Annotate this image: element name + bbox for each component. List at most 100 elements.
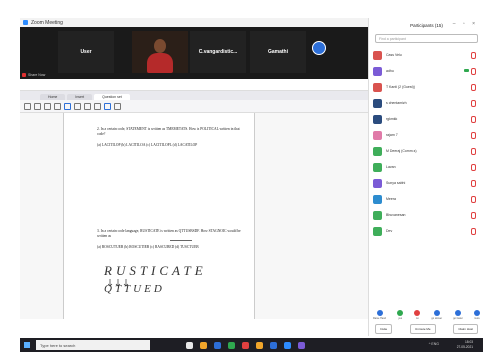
participant-row[interactable]: Dev bbox=[373, 223, 480, 239]
avatar bbox=[373, 210, 382, 220]
avatar bbox=[373, 130, 382, 140]
reaction-icon bbox=[414, 310, 421, 316]
reaction-label: Raise Hand bbox=[373, 317, 387, 320]
screen: Zoom Meeting User C.vangardistic... Gama… bbox=[0, 0, 485, 356]
unmute-me-button[interactable]: Unmute Me bbox=[409, 324, 436, 334]
mic-muted-icon[interactable] bbox=[471, 196, 476, 203]
mic-muted-icon[interactable] bbox=[471, 68, 476, 75]
video-tile-active-speaker[interactable] bbox=[132, 31, 188, 73]
participant-row[interactable]: Cass Velu bbox=[373, 47, 480, 63]
system-tray[interactable]: ^ ENG bbox=[429, 342, 439, 346]
mic-muted-icon[interactable] bbox=[471, 164, 476, 171]
share-indicator[interactable]: Share Now bbox=[22, 73, 45, 77]
avatar bbox=[373, 50, 382, 60]
taskbar-app-icon[interactable] bbox=[284, 341, 291, 349]
tab-insert[interactable]: Insert bbox=[67, 94, 93, 100]
color-picker-icon[interactable] bbox=[104, 102, 111, 110]
participant-row[interactable]: Bhuvanesan bbox=[373, 207, 480, 223]
mic-muted-icon[interactable] bbox=[471, 116, 476, 123]
reaction-button[interactable]: more bbox=[473, 310, 480, 320]
mic-muted-icon[interactable] bbox=[471, 132, 476, 139]
clock[interactable]: 18:03 27-05-2021 bbox=[457, 340, 473, 349]
participant-row[interactable]: Meera bbox=[373, 191, 480, 207]
video-tile-3[interactable]: C.vangardistic... bbox=[190, 31, 246, 73]
taskbar-app-icon[interactable] bbox=[298, 341, 305, 349]
reaction-icon bbox=[433, 310, 440, 316]
participant-row[interactable]: s chentamizh bbox=[373, 95, 480, 111]
pen-tool-icon[interactable] bbox=[34, 102, 41, 110]
participant-name: rajam 7 bbox=[386, 133, 398, 137]
mic-muted-icon[interactable] bbox=[471, 212, 476, 219]
participant-row[interactable]: rajam 7 bbox=[373, 127, 480, 143]
video-tile-1[interactable]: User bbox=[58, 31, 114, 73]
participant-row[interactable]: Lavan bbox=[373, 159, 480, 175]
reaction-button[interactable]: no bbox=[414, 310, 421, 320]
reaction-icon bbox=[455, 310, 462, 316]
avatar[interactable] bbox=[312, 41, 326, 55]
participant-name: M Deeraj (Comm.s) bbox=[386, 149, 417, 153]
select-tool-icon[interactable] bbox=[24, 102, 31, 110]
reaction-label: no bbox=[415, 317, 419, 320]
zoom-logo-icon bbox=[23, 20, 28, 25]
reaction-button[interactable]: Raise Hand bbox=[373, 310, 386, 320]
participant-row[interactable]: T Kanti (2 (Guest)) bbox=[373, 79, 480, 95]
participant-search-input[interactable]: Find a participant bbox=[375, 34, 478, 43]
mic-muted-icon[interactable] bbox=[471, 52, 476, 59]
reaction-label: more bbox=[474, 317, 480, 320]
participant-name: Lavan bbox=[386, 165, 396, 169]
reaction-button[interactable]: go faster bbox=[453, 310, 463, 320]
document-page[interactable]: 2. In a certain code, STATEMENT is writt… bbox=[63, 113, 255, 319]
redo-icon[interactable] bbox=[94, 102, 101, 110]
tab-question-set[interactable]: Question set bbox=[94, 94, 130, 100]
taskbar-app-icon[interactable] bbox=[214, 341, 221, 349]
video-tile-4[interactable]: Gamathi bbox=[250, 31, 306, 73]
participant-name: s chentamizh bbox=[386, 101, 407, 105]
participant-name: Dev bbox=[386, 229, 393, 233]
participant-name: adhu bbox=[386, 69, 394, 73]
undo-icon[interactable] bbox=[84, 102, 91, 110]
shape-tool-icon[interactable] bbox=[64, 102, 71, 110]
window-title: Zoom Meeting bbox=[31, 19, 63, 26]
highlight-tool-icon[interactable] bbox=[44, 102, 51, 110]
participant-row[interactable]: rgkmkk bbox=[373, 111, 480, 127]
taskbar-app-icon[interactable] bbox=[200, 341, 207, 349]
share-icon bbox=[22, 73, 26, 77]
question-3-options: (a) ROSCUTUEB (b) ROSCUTIEB (c) RASCUBED… bbox=[97, 245, 199, 249]
taskbar-app-icon[interactable] bbox=[186, 341, 193, 349]
invite-button[interactable]: Invite bbox=[375, 324, 393, 334]
text-tool-icon[interactable] bbox=[74, 102, 81, 110]
mic-muted-icon[interactable] bbox=[471, 228, 476, 235]
document-tabbar: Home Insert Question set bbox=[20, 91, 368, 100]
mic-muted-icon[interactable] bbox=[471, 100, 476, 107]
window-controls[interactable]: – ▫ × bbox=[453, 21, 478, 27]
windows-start-icon[interactable] bbox=[24, 342, 30, 348]
question-2-options: (a) LACITILOP (b) LACITILOA (c) LACITILO… bbox=[97, 143, 198, 147]
taskbar-app-icon[interactable] bbox=[242, 341, 249, 349]
claim-host-button[interactable]: Claim Host bbox=[453, 324, 478, 334]
tab-home[interactable]: Home bbox=[40, 94, 66, 100]
taskbar-search-input[interactable]: Type here to search bbox=[36, 340, 150, 350]
reaction-button[interactable]: go slower bbox=[431, 310, 442, 320]
avatar bbox=[373, 226, 382, 236]
mic-muted-icon[interactable] bbox=[471, 84, 476, 91]
mic-muted-icon[interactable] bbox=[471, 148, 476, 155]
taskbar-app-icon[interactable] bbox=[256, 341, 263, 349]
zoom-icon[interactable] bbox=[114, 102, 121, 110]
reaction-label: go faster bbox=[453, 317, 463, 320]
participant-row[interactable]: M Deeraj (Comm.s) bbox=[373, 143, 480, 159]
shared-document-window: Home Insert Question set 2. In a certain… bbox=[20, 90, 368, 319]
reaction-button[interactable]: yes bbox=[397, 310, 404, 320]
taskbar-app-icon[interactable] bbox=[228, 341, 235, 349]
participant-row[interactable]: Sunya sabhi bbox=[373, 175, 480, 191]
mic-muted-icon[interactable] bbox=[471, 180, 476, 187]
eraser-tool-icon[interactable] bbox=[54, 102, 61, 110]
document-canvas: 2. In a certain code, STATEMENT is writt… bbox=[20, 113, 368, 319]
participant-row[interactable]: adhu bbox=[373, 63, 480, 79]
reaction-bar: Raise Hand yes no go slower go faster more bbox=[373, 310, 480, 320]
taskbar-app-icon[interactable] bbox=[270, 341, 277, 349]
taskbar-apps bbox=[186, 341, 312, 349]
participants-header: Participants (15) – ▫ × bbox=[369, 18, 484, 32]
video-icon[interactable] bbox=[464, 69, 469, 72]
tile-name: User bbox=[80, 49, 92, 55]
reaction-icon bbox=[473, 310, 480, 316]
